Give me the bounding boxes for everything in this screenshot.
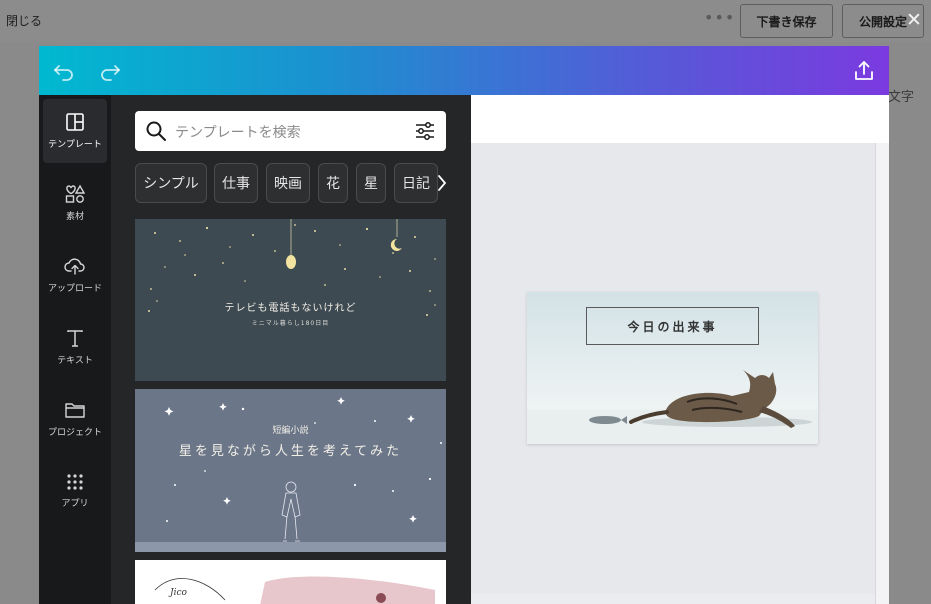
apps-icon (67, 474, 83, 490)
undo-icon[interactable] (51, 58, 77, 84)
chip-movie[interactable]: 映画 (266, 163, 310, 203)
templates-panel: テンプレートを検索 シンプル 仕事 映画 花 星 日記 テレビも電話もないけれど… (111, 95, 471, 604)
chevron-right-icon[interactable] (435, 173, 449, 193)
template-title: 星を見ながら人生を考えてみた (178, 444, 403, 459)
rail-apps[interactable]: アプリ (43, 459, 107, 523)
background-text: 文字 (888, 90, 915, 105)
page-header: 閉じる ••• 下書き保存 公開設定 ✕ (0, 0, 931, 42)
rail-label-templates: テンプレート (48, 140, 102, 150)
side-rail: テンプレート 素材 アップロード テキスト プロジェクト アプリ (39, 95, 111, 604)
rail-label-uploads: アップロード (47, 284, 102, 294)
chip-diary[interactable]: 日記 (394, 163, 438, 203)
template-icon (66, 113, 84, 131)
cat-photo (527, 370, 818, 444)
search-icon (146, 121, 166, 141)
template-card[interactable]: Jico (135, 560, 446, 604)
chip-star[interactable]: 星 (356, 163, 386, 203)
rail-elements[interactable]: 素材 (43, 171, 107, 235)
more-menu-icon[interactable]: ••• (704, 8, 735, 27)
redo-icon[interactable] (97, 58, 123, 84)
template-title: Jico (170, 588, 187, 598)
rail-label-projects: プロジェクト (47, 428, 102, 438)
rail-text[interactable]: テキスト (43, 315, 107, 379)
rail-label-elements: 素材 (65, 212, 84, 222)
text-icon (67, 330, 83, 347)
design-canvas[interactable]: 今日の出来事 (527, 292, 818, 444)
rail-uploads[interactable]: アップロード (43, 243, 107, 307)
design-editor-modal: テンプレート 素材 アップロード テキスト プロジェクト アプリ テンプレートを… (39, 46, 889, 604)
chip-work[interactable]: 仕事 (214, 163, 258, 203)
close-link[interactable]: 閉じる (6, 12, 42, 29)
editor-header (39, 46, 889, 95)
template-illustration-night-sky (135, 397, 446, 552)
search-input[interactable]: テンプレートを検索 (175, 122, 301, 142)
rail-label-text: テキスト (57, 356, 93, 366)
template-card[interactable]: 短編小説 星を見ながら人生を考えてみた (135, 389, 446, 552)
canvas-scrollbar[interactable] (875, 143, 889, 604)
canvas-toolbar (471, 95, 889, 143)
template-subtitle: ミニマル暮らし180日目 (251, 320, 330, 327)
folder-icon (65, 403, 85, 418)
elements-icon (65, 184, 86, 203)
rail-label-apps: アプリ (61, 499, 89, 509)
rail-projects[interactable]: プロジェクト (43, 387, 107, 451)
category-chips: シンプル 仕事 映画 花 星 日記 (135, 163, 449, 203)
save-draft-button[interactable]: 下書き保存 (740, 4, 833, 38)
filter-icon[interactable] (415, 121, 435, 141)
template-title: テレビも電話もないけれど (224, 303, 357, 314)
chip-flower[interactable]: 花 (318, 163, 348, 203)
template-subtitle: 短編小説 (272, 426, 309, 436)
share-icon[interactable] (851, 58, 877, 84)
rail-templates[interactable]: テンプレート (43, 99, 107, 163)
template-search-box[interactable]: テンプレートを検索 (135, 111, 446, 151)
close-icon[interactable]: ✕ (906, 9, 922, 31)
chip-simple[interactable]: シンプル (135, 163, 207, 203)
template-card[interactable]: テレビも電話もないけれど ミニマル暮らし180日目 (135, 219, 446, 381)
upload-icon (64, 258, 85, 275)
